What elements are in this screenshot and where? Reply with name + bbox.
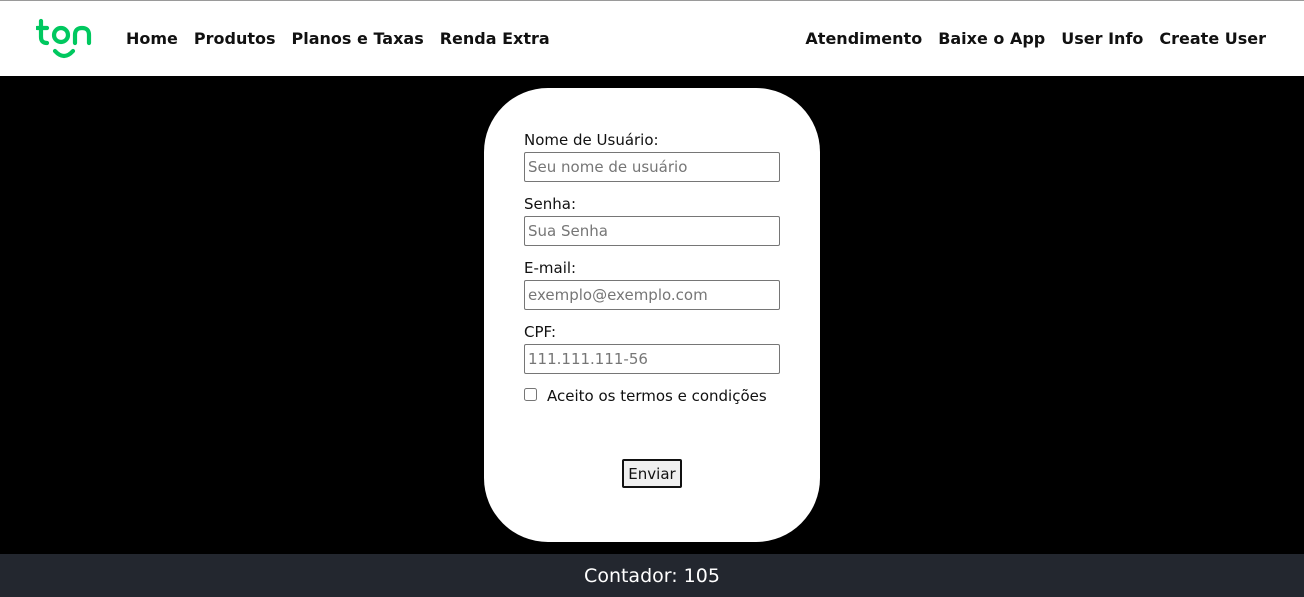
email-label: E-mail:: [524, 259, 577, 277]
ton-logo[interactable]: [34, 17, 94, 61]
terms-label[interactable]: Aceito os termos e condições: [547, 387, 767, 405]
cpf-input[interactable]: [524, 344, 780, 374]
username-input[interactable]: [524, 152, 780, 182]
nav-produtos-link[interactable]: Produtos: [194, 29, 276, 49]
navbar: Home Produtos Planos e Taxas Renda Extra…: [0, 1, 1304, 76]
ton-logo-icon: [34, 18, 92, 59]
create-user-form-card: Nome de Usuário: Senha: E-mail: CPF: Ace…: [484, 88, 820, 542]
nav-atendimento-link[interactable]: Atendimento: [805, 29, 922, 49]
password-input[interactable]: [524, 216, 780, 246]
password-label: Senha:: [524, 195, 577, 213]
nav-renda-extra-link[interactable]: Renda Extra: [440, 29, 550, 49]
secondary-nav: Atendimento Baixe o App User Info Create…: [805, 29, 1266, 49]
terms-checkbox[interactable]: [524, 388, 537, 401]
nav-baixe-app-link[interactable]: Baixe o App: [938, 29, 1045, 49]
username-label: Nome de Usuário:: [524, 131, 659, 149]
submit-button[interactable]: Enviar: [622, 459, 682, 488]
nav-planos-taxas-link[interactable]: Planos e Taxas: [292, 29, 424, 49]
nav-create-user-link[interactable]: Create User: [1159, 29, 1266, 49]
counter-text: Contador: 105: [584, 564, 720, 587]
nav-user-info-link[interactable]: User Info: [1061, 29, 1143, 49]
cpf-label: CPF:: [524, 323, 557, 341]
email-input[interactable]: [524, 280, 780, 310]
primary-nav: Home Produtos Planos e Taxas Renda Extra: [126, 29, 550, 49]
nav-home-link[interactable]: Home: [126, 29, 178, 49]
footer: Contador: 105: [0, 554, 1304, 597]
